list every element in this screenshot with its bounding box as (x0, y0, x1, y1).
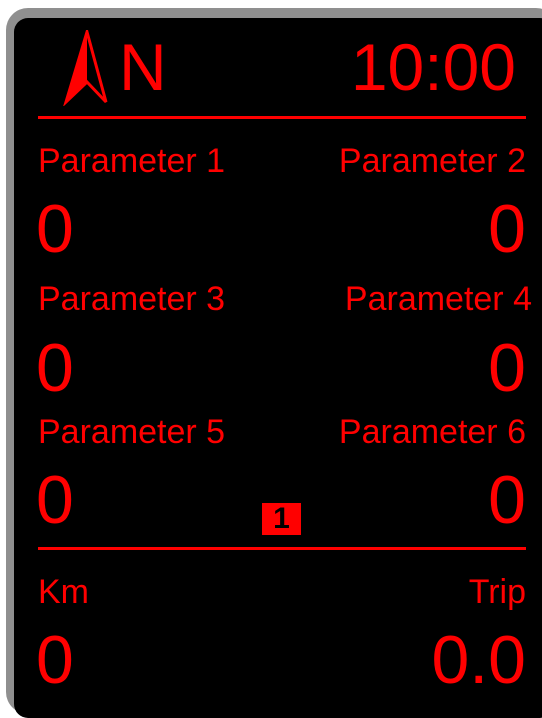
param-3-label: Parameter 3 (38, 280, 226, 318)
screen-background (14, 18, 542, 718)
km-value: 0 (36, 622, 74, 698)
trip-label: Trip (468, 573, 526, 611)
param-6-value: 0 (488, 462, 526, 538)
compass-arrow-icon (63, 30, 108, 106)
param-3-value: 0 (36, 330, 74, 406)
km-label: Km (38, 573, 89, 611)
param-4-value: 0 (488, 330, 526, 406)
gear-indicator: 1 (262, 503, 301, 535)
trip-value: 0.0 (431, 622, 526, 698)
param-4-label: Parameter 4 (344, 280, 532, 318)
param-1-label: Parameter 1 (38, 142, 226, 180)
param-6-label: Parameter 6 (338, 413, 526, 451)
heading-letter: N (119, 30, 167, 104)
param-5-value: 0 (36, 462, 74, 538)
param-2-value: 0 (488, 191, 526, 267)
header-divider (38, 116, 526, 119)
footer-divider (38, 547, 526, 550)
dashboard-screen: N 10:00 Parameter 1 Parameter 2 0 0 Para… (0, 0, 542, 718)
param-2-label: Parameter 2 (338, 142, 526, 180)
param-1-value: 0 (36, 191, 74, 267)
clock: 10:00 (350, 30, 516, 104)
param-5-label: Parameter 5 (38, 413, 226, 451)
